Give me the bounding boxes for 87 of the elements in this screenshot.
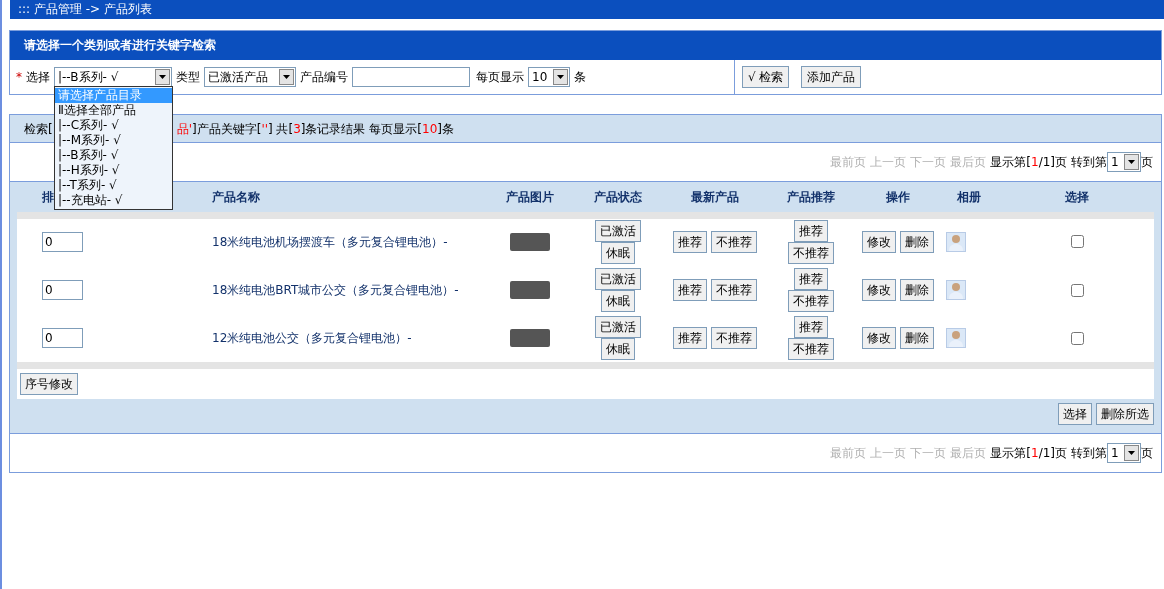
delete-selected-button[interactable]: 删除所选 <box>1096 402 1154 425</box>
recommend-button[interactable]: 推荐 <box>794 219 828 242</box>
goto-label: 转到第 <box>1071 154 1107 171</box>
type-label: 类型 <box>176 69 200 86</box>
product-name[interactable]: 18米纯电池BRT城市公交（多元复合锂电池）- <box>212 283 459 297</box>
page-suffix: 页 <box>1141 154 1153 171</box>
add-product-button[interactable]: 添加产品 <box>801 66 862 88</box>
per-page-label: 每页显示 <box>476 69 524 86</box>
status-button[interactable]: 休眠 <box>601 241 635 264</box>
recommend-button[interactable]: 推荐 <box>794 316 828 339</box>
newest-button[interactable]: 推荐 <box>673 327 707 350</box>
newest-button[interactable]: 不推荐 <box>711 230 757 253</box>
row-checkbox[interactable] <box>1070 235 1084 249</box>
search-button[interactable]: √ 检索 <box>742 66 790 88</box>
required-mark: * <box>16 69 22 86</box>
breadcrumb-bar: ::: 产品管理 -> 产品列表 <box>10 0 1164 19</box>
recommend-button[interactable]: 不推荐 <box>788 338 834 361</box>
product-number-label: 产品编号 <box>300 69 348 86</box>
caret-icon <box>279 69 294 85</box>
status-button[interactable]: 已激活 <box>595 316 641 339</box>
dropdown-option[interactable]: |--M系列- √ <box>55 133 172 148</box>
per-page-select[interactable]: 10 <box>528 67 570 87</box>
avatar-icon[interactable] <box>946 328 966 349</box>
order-field[interactable]: 0 <box>42 328 83 349</box>
caret-icon <box>1124 154 1139 170</box>
order-field[interactable]: 0 <box>42 231 83 252</box>
column-header: 操作 <box>886 189 910 204</box>
photo-placeholder <box>510 329 550 348</box>
newest-button[interactable]: 不推荐 <box>711 279 757 301</box>
order-save-button[interactable]: 序号修改 <box>20 372 78 395</box>
newest-button[interactable]: 推荐 <box>673 230 707 253</box>
status-button[interactable]: 休眠 <box>601 290 635 312</box>
dropdown-option[interactable]: |--H系列- √ <box>55 163 172 178</box>
edit-button[interactable]: 修改 <box>862 230 896 253</box>
page-select[interactable]: 1 <box>1107 442 1141 463</box>
avatar-icon[interactable] <box>946 231 966 252</box>
edit-button[interactable]: 修改 <box>862 279 896 301</box>
page-select[interactable]: 1 <box>1107 152 1141 172</box>
status-button[interactable]: 已激活 <box>595 219 641 242</box>
photo-placeholder <box>510 232 550 251</box>
avatar-icon[interactable] <box>946 280 966 300</box>
per-page-suffix: 条 <box>574 69 586 86</box>
product-name[interactable]: 12米纯电池公交（多元复合锂电池）- <box>212 331 412 346</box>
dropdown-option[interactable]: |--B系列- √ <box>55 148 172 163</box>
newest-button[interactable]: 推荐 <box>673 279 707 301</box>
search-summary: 检索[ <box>24 120 53 138</box>
recommend-button[interactable]: 推荐 <box>794 268 828 290</box>
status-button[interactable]: 已激活 <box>595 268 641 290</box>
page-suffix: 页 <box>1141 444 1153 462</box>
select-button[interactable]: 选择 <box>1058 402 1092 425</box>
caret-icon <box>1124 444 1139 461</box>
photo-placeholder <box>510 281 550 299</box>
recommend-button[interactable]: 不推荐 <box>788 241 834 264</box>
column-header: 产品推荐 <box>787 189 835 204</box>
panel-title: 请选择一个类别或者进行关键字检索 <box>10 31 1161 60</box>
category-select[interactable]: |--B系列- √ <box>54 67 172 87</box>
type-select[interactable]: 已激活产品 <box>204 67 296 87</box>
delete-button[interactable]: 删除 <box>900 230 934 253</box>
dropdown-option[interactable]: |--C系列- √ <box>55 118 172 133</box>
row-checkbox[interactable] <box>1070 283 1084 297</box>
dropdown-option[interactable]: Ⅱ选择全部产品 <box>55 103 172 118</box>
delete-button[interactable]: 删除 <box>900 279 934 301</box>
recommend-button[interactable]: 不推荐 <box>788 290 834 312</box>
product-name[interactable]: 18米纯电池机场摆渡车（多元复合锂电池）- <box>212 234 448 249</box>
column-header: 产品名称 <box>212 189 260 204</box>
column-header: 产品状态 <box>594 189 642 204</box>
dropdown-option[interactable]: |--充电站- √ <box>55 193 172 208</box>
caret-icon <box>553 69 568 85</box>
dropdown-option[interactable]: |--T系列- √ <box>55 178 172 193</box>
column-header: 选择 <box>1065 189 1089 204</box>
order-field[interactable]: 0 <box>42 280 83 300</box>
status-button[interactable]: 休眠 <box>601 338 635 361</box>
row-checkbox[interactable] <box>1070 331 1084 345</box>
caret-icon <box>155 69 170 85</box>
search-summary: 品']产品关键字[''] 共[3]条记录结果 每页显示[10]条 <box>176 120 454 138</box>
column-header: 产品图片 <box>506 189 554 204</box>
edit-button[interactable]: 修改 <box>862 327 896 350</box>
goto-label: 转到第 <box>1071 444 1107 462</box>
product-number-field[interactable] <box>352 67 470 87</box>
column-header: 相册 <box>957 189 981 204</box>
delete-button[interactable]: 删除 <box>900 327 934 350</box>
newest-button[interactable]: 不推荐 <box>711 327 757 350</box>
page-info: 显示第[1/1]页 <box>990 154 1067 171</box>
page-info: 显示第[1/1]页 <box>990 444 1067 462</box>
column-header: 最新产品 <box>691 189 739 204</box>
category-label: 选择 <box>26 69 50 86</box>
column-header: 排 <box>42 189 54 204</box>
